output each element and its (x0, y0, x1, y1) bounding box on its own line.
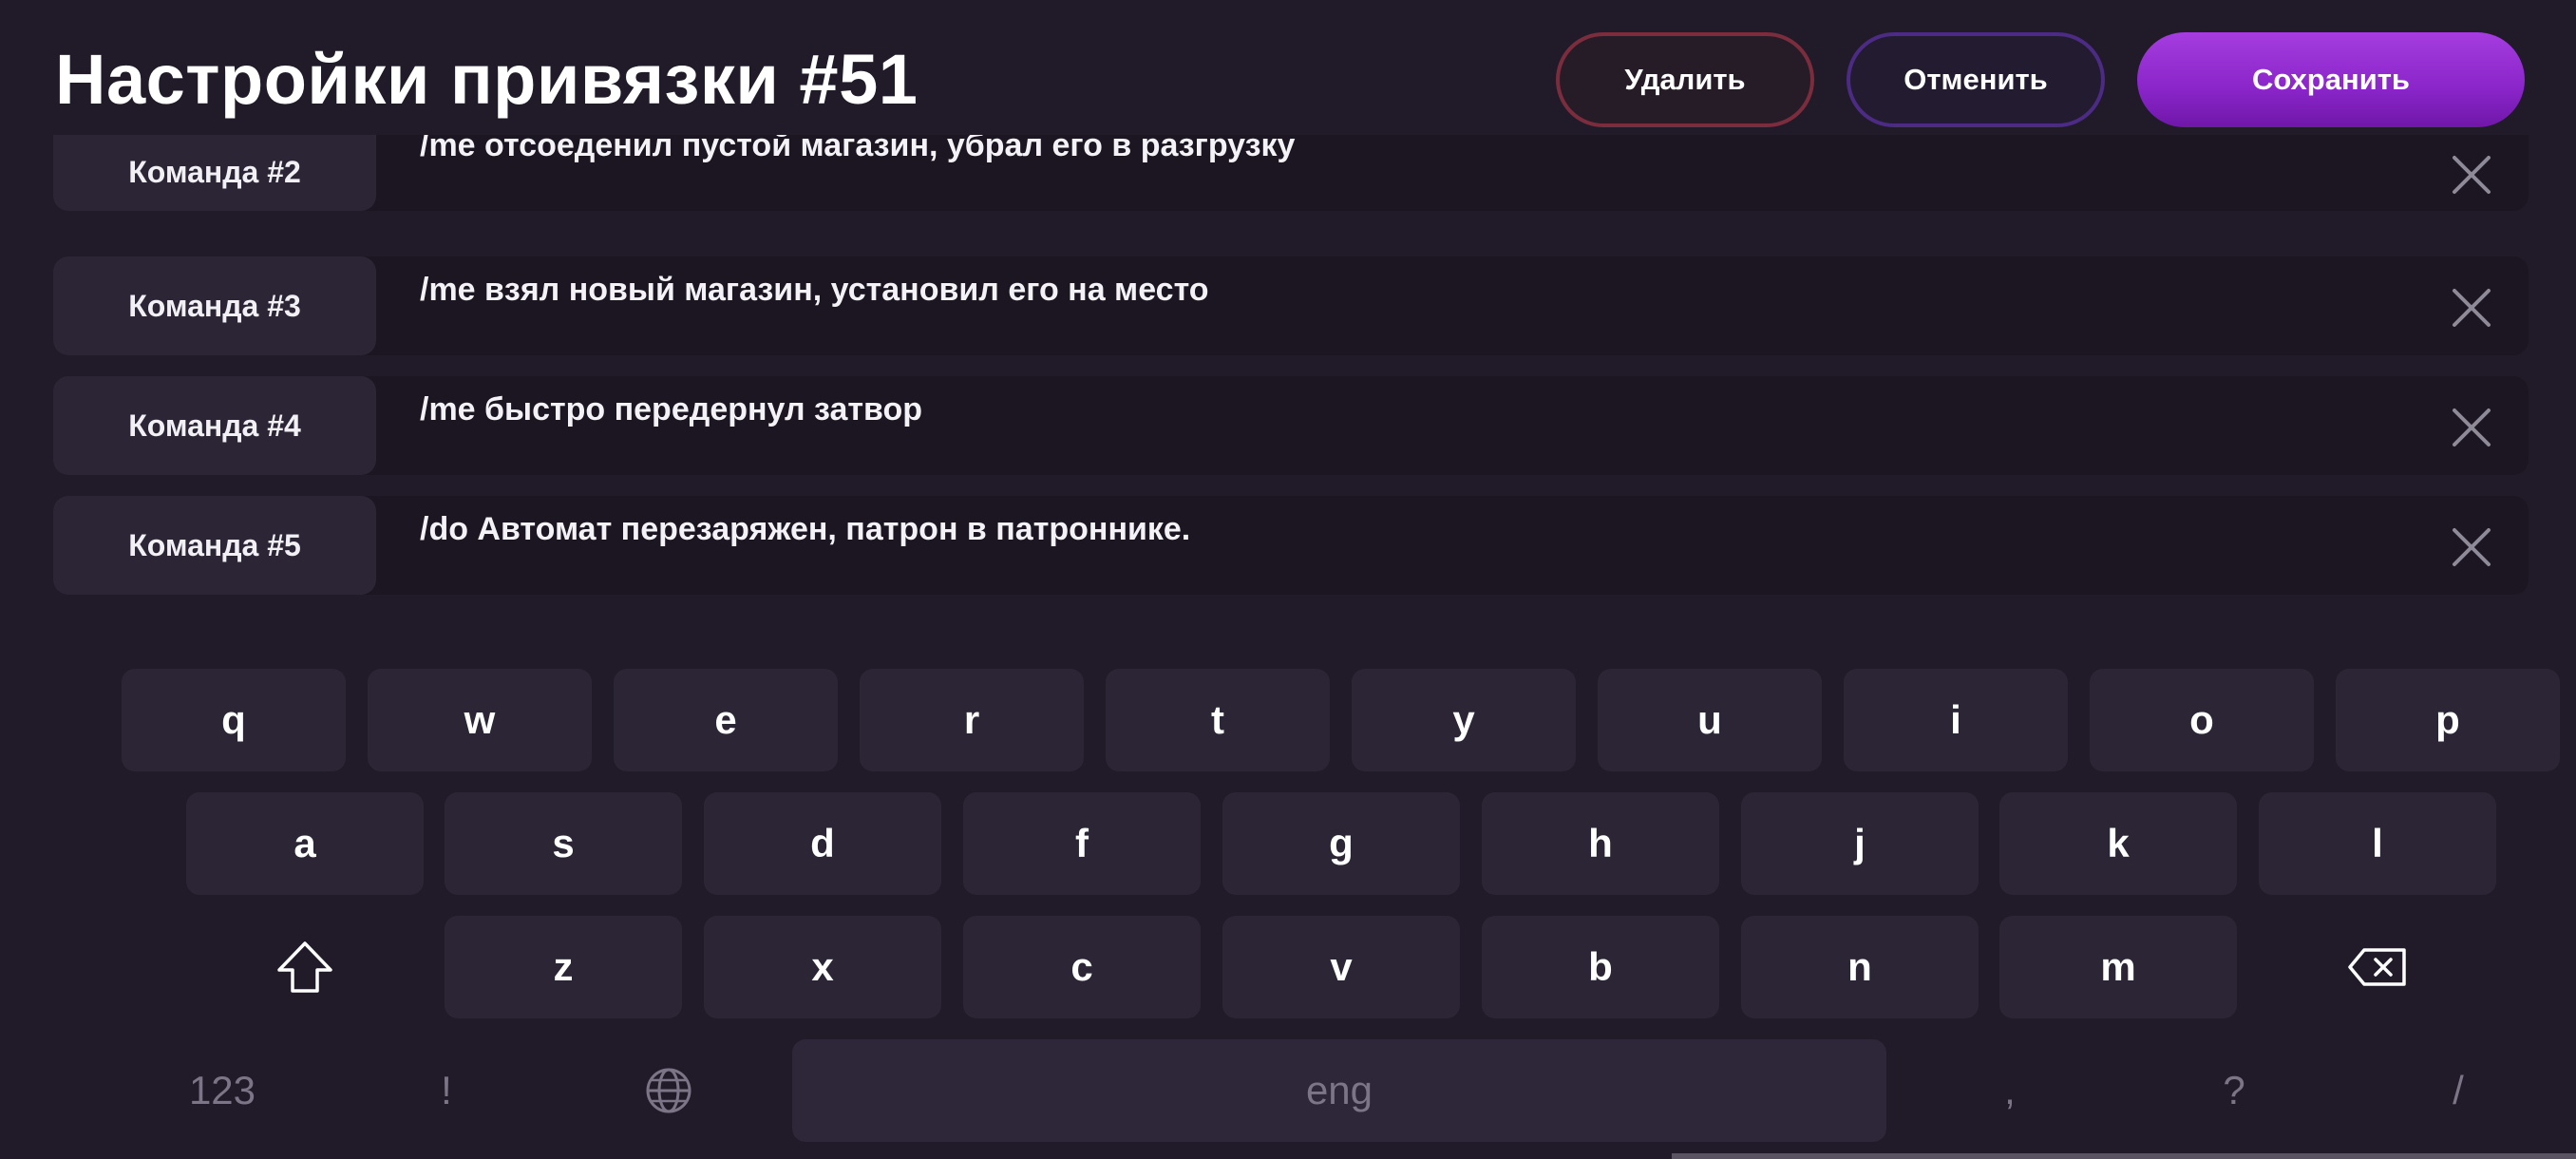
key-c[interactable]: c (963, 916, 1201, 1018)
on-screen-keyboard: q w e r t y u i o p a s d f g h j k l z … (0, 665, 2576, 1159)
key-s[interactable]: s (445, 792, 682, 895)
command-row: Команда #5 /do Автомат перезаряжен, патр… (53, 496, 2529, 595)
globe-icon (646, 1068, 691, 1113)
key-v[interactable]: v (1222, 916, 1460, 1018)
key-g[interactable]: g (1222, 792, 1460, 895)
command-row: Команда #3 /me взял новый магазин, устан… (53, 256, 2529, 355)
key-u[interactable]: u (1598, 669, 1822, 771)
key-d[interactable]: d (704, 792, 941, 895)
save-button[interactable]: Сохранить (2137, 32, 2525, 127)
binding-settings-screen: Настройки привязки #51 Удалить Отменить … (0, 0, 2576, 1159)
command-label: Команда #2 (53, 135, 376, 211)
backspace-icon (2348, 948, 2406, 986)
key-o[interactable]: o (2090, 669, 2314, 771)
close-icon[interactable] (2451, 526, 2492, 568)
space-key[interactable]: eng (792, 1039, 1886, 1142)
close-icon[interactable] (2451, 154, 2492, 196)
command-label: Команда #5 (53, 496, 376, 595)
key-q[interactable]: q (122, 669, 346, 771)
key-m[interactable]: m (1999, 916, 2237, 1018)
command-label: Команда #3 (53, 256, 376, 355)
key-h[interactable]: h (1482, 792, 1719, 895)
command-row: Команда #4 /me быстро передернул затвор (53, 376, 2529, 475)
command-text-input[interactable]: /me быстро передернул затвор (420, 391, 2320, 428)
key-k[interactable]: k (1999, 792, 2237, 895)
command-text-input[interactable]: /do Автомат перезаряжен, патрон в патрон… (420, 511, 2320, 548)
key-p[interactable]: p (2336, 669, 2560, 771)
key-f[interactable]: f (963, 792, 1201, 895)
backspace-key[interactable] (2259, 916, 2496, 1018)
key-z[interactable]: z (445, 916, 682, 1018)
numbers-key[interactable]: 123 (110, 1039, 334, 1142)
command-label: Команда #4 (53, 376, 376, 475)
command-text-input[interactable]: /me отсоеденил пустой магазин, убрал его… (420, 135, 2320, 164)
comma-key[interactable]: , (1943, 1039, 2076, 1142)
key-w[interactable]: w (368, 669, 592, 771)
key-a[interactable]: a (186, 792, 424, 895)
shift-key[interactable] (186, 916, 424, 1018)
close-icon[interactable] (2451, 287, 2492, 329)
command-list: Команда #2 /me отсоеденил пустой магазин… (53, 135, 2529, 606)
exclamation-key[interactable]: ! (380, 1039, 513, 1142)
question-key[interactable]: ? (2168, 1039, 2301, 1142)
close-icon[interactable] (2451, 407, 2492, 448)
language-key[interactable] (602, 1039, 735, 1142)
slash-key[interactable]: / (2392, 1039, 2525, 1142)
shift-icon (277, 941, 332, 993)
key-i[interactable]: i (1844, 669, 2068, 771)
key-x[interactable]: x (704, 916, 941, 1018)
key-b[interactable]: b (1482, 916, 1719, 1018)
delete-button[interactable]: Удалить (1556, 32, 1814, 127)
command-row: Команда #2 /me отсоеденил пустой магазин… (53, 135, 2529, 211)
page-title: Настройки привязки #51 (55, 40, 919, 119)
cancel-button[interactable]: Отменить (1847, 32, 2105, 127)
key-y[interactable]: y (1352, 669, 1576, 771)
key-t[interactable]: t (1106, 669, 1330, 771)
key-r[interactable]: r (860, 669, 1084, 771)
key-n[interactable]: n (1741, 916, 1979, 1018)
scroll-indicator (1672, 1153, 2576, 1159)
key-e[interactable]: e (614, 669, 838, 771)
command-text-input[interactable]: /me взял новый магазин, установил его на… (420, 272, 2320, 309)
key-l[interactable]: l (2259, 792, 2496, 895)
key-j[interactable]: j (1741, 792, 1979, 895)
